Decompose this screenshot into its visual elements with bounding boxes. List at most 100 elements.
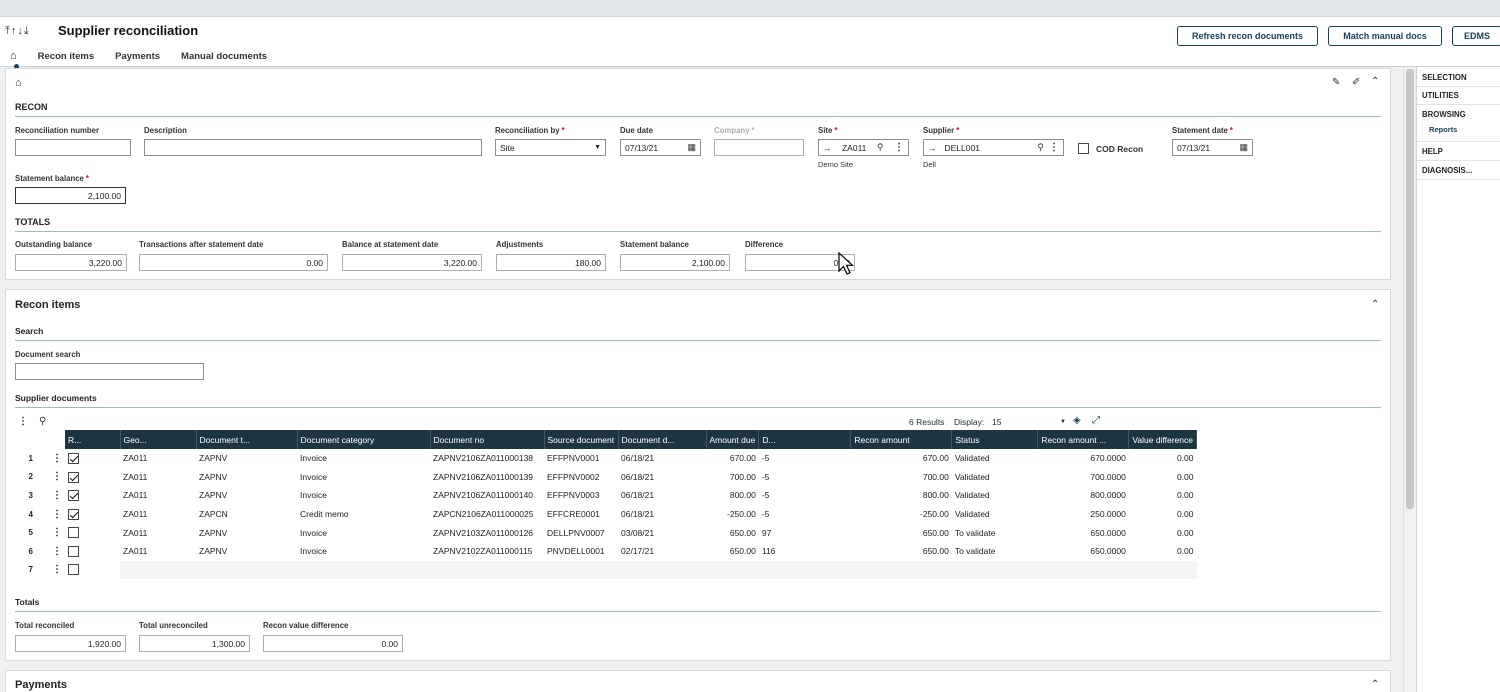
row-checkbox-cell[interactable]	[65, 486, 82, 506]
cell-d[interactable]: -5	[758, 504, 851, 524]
cell-amount-due[interactable]: 800.00	[706, 486, 759, 506]
cell-status[interactable]	[951, 560, 1038, 580]
cell-recon-amount[interactable]: 800.00	[850, 486, 952, 506]
cell-recon-amount-2[interactable]: 800.0000	[1037, 486, 1129, 506]
row-menu-icon[interactable]: ⋮	[49, 504, 65, 524]
cell-value-difference[interactable]	[1128, 560, 1197, 580]
cell-value-difference[interactable]: 0.00	[1128, 449, 1197, 469]
cell-geo[interactable]	[120, 560, 196, 580]
cell-recon-amount[interactable]: 700.00	[850, 467, 952, 487]
supplier-more-icon[interactable]: ⋮	[1049, 142, 1059, 153]
table-row[interactable]: 5 ⋮ ZA011 ZAPNV Invoice ZAPNV2103ZA011000126 D…	[14, 523, 1197, 543]
statement-date-field[interactable]: 07/13/21 ▦	[1172, 139, 1253, 156]
row-menu-icon[interactable]: ⋮	[49, 523, 65, 543]
cell-recon-amount-2[interactable]: 650.0000	[1037, 541, 1129, 562]
cell-document-type[interactable]	[196, 560, 297, 580]
cell-document-type[interactable]: ZAPNV	[196, 449, 297, 469]
cell-document-date[interactable]: 06/18/21	[618, 467, 706, 487]
cell-source-document[interactable]	[544, 560, 618, 580]
collapse-chevron-icon[interactable]: ⌃	[1371, 76, 1379, 87]
row-select-checkbox[interactable]	[68, 545, 79, 557]
cell-document-category[interactable]: Invoice	[297, 541, 430, 562]
cell-source-document[interactable]: EFFPNV0003	[544, 486, 618, 506]
collapse-chevron-icon[interactable]: ⌃	[1371, 679, 1379, 690]
expand-icon[interactable]: ⤢	[1092, 415, 1100, 426]
site-field[interactable]: → ZA011 ⚲ ⋮	[818, 139, 909, 156]
supplier-search-icon[interactable]: ⚲	[1037, 142, 1044, 153]
reconciliation-number-field[interactable]	[15, 139, 131, 156]
column-header-r[interactable]: R...	[65, 430, 121, 449]
row-menu-icon[interactable]: ⋮	[49, 486, 65, 506]
row-checkbox-cell[interactable]	[65, 541, 82, 562]
cell-document-category[interactable]: Credit memo	[297, 504, 430, 524]
cell-geo[interactable]: ZA011	[120, 523, 196, 543]
cell-source-document[interactable]: EFFCRE0001	[544, 504, 618, 524]
cell-value-difference[interactable]: 0.00	[1128, 486, 1197, 506]
cell-document-type[interactable]: ZAPNV	[196, 541, 297, 562]
row-menu-icon[interactable]: ⋮	[49, 449, 65, 469]
cell-value-difference[interactable]: 0.00	[1128, 504, 1197, 524]
row-menu-icon[interactable]: ⋮	[49, 467, 65, 487]
cell-recon-amount-2[interactable]: 700.0000	[1037, 467, 1129, 487]
help-menu[interactable]: HELP	[1422, 147, 1443, 156]
edit-icon[interactable]: ✐	[1352, 77, 1360, 88]
pin-icon[interactable]: ✎	[1332, 77, 1340, 88]
scrollbar-thumb[interactable]	[1406, 69, 1414, 509]
display-count-select[interactable]: 15 ▼	[992, 415, 1066, 429]
document-search-input[interactable]	[15, 363, 204, 380]
home-icon[interactable]: ⌂	[15, 77, 22, 89]
column-header-geo[interactable]: Geo...	[120, 430, 197, 449]
cell-document-date[interactable]: 06/18/21	[618, 449, 706, 469]
cell-recon-amount-2[interactable]: 650.0000	[1037, 523, 1129, 543]
column-header-source-document[interactable]: Source document	[544, 430, 619, 449]
table-row[interactable]: 2 ⋮ ZA011 ZAPNV Invoice ZAPNV2106ZA011000139 E…	[14, 467, 1197, 487]
cell-amount-due[interactable]: 670.00	[706, 449, 759, 469]
cell-document-type[interactable]: ZAPNV	[196, 486, 297, 506]
calendar-icon[interactable]: ▦	[687, 142, 696, 153]
row-checkbox-cell[interactable]	[65, 560, 82, 580]
cell-amount-due[interactable]: 650.00	[706, 541, 759, 562]
cell-d[interactable]	[758, 560, 851, 580]
site-more-icon[interactable]: ⋮	[894, 142, 904, 153]
description-field[interactable]	[144, 139, 482, 156]
edms-button[interactable]: EDMS	[1452, 26, 1500, 46]
cell-status[interactable]: Validated	[951, 504, 1038, 524]
match-manual-docs-button[interactable]: Match manual docs	[1328, 26, 1442, 46]
cell-amount-due[interactable]: -250.00	[706, 504, 759, 524]
table-row[interactable]: 7 ⋮	[14, 560, 1197, 580]
supplier-link-arrow-icon[interactable]: →	[928, 143, 937, 153]
cell-source-document[interactable]: EFFPNV0001	[544, 449, 618, 469]
grid-search-icon[interactable]: ⚲	[39, 416, 46, 427]
cell-source-document[interactable]: EFFPNV0002	[544, 467, 618, 487]
selection-menu[interactable]: SELECTION	[1422, 73, 1467, 82]
layers-icon[interactable]: ◈	[1073, 415, 1081, 426]
cell-document-date[interactable]: 03/08/21	[618, 523, 706, 543]
cell-document-no[interactable]: ZAPNV2102ZA011000115	[430, 541, 544, 562]
cell-document-no[interactable]: ZAPCN2106ZA011000025	[430, 504, 544, 524]
cell-value-difference[interactable]: 0.00	[1128, 467, 1197, 487]
table-row[interactable]: 4 ⋮ ZA011 ZAPCN Credit memo ZAPCN2106ZA011000…	[14, 504, 1197, 524]
cell-source-document[interactable]: PNVDELL0001	[544, 541, 618, 562]
cell-recon-amount-2[interactable]: 250.0000	[1037, 504, 1129, 524]
statement-balance-field[interactable]: 2,100.00	[15, 187, 126, 204]
cell-amount-due[interactable]: 700.00	[706, 467, 759, 487]
calendar-icon[interactable]: ▦	[1239, 142, 1248, 153]
cell-amount-due[interactable]	[706, 560, 759, 580]
row-menu-icon[interactable]: ⋮	[49, 541, 65, 562]
column-header-recon-amount[interactable]: Recon amount	[850, 430, 953, 449]
cell-status[interactable]: To validate	[951, 541, 1038, 562]
cell-source-document[interactable]: DELLPNV0007	[544, 523, 618, 543]
browsing-menu[interactable]: BROWSING	[1422, 110, 1466, 119]
column-header-document-category[interactable]: Document category	[297, 430, 431, 449]
cell-d[interactable]: -5	[758, 486, 851, 506]
cell-status[interactable]: Validated	[951, 486, 1038, 506]
table-row[interactable]: 1 ⋮ ZA011 ZAPNV Invoice ZAPNV2106ZA011000138 E…	[14, 449, 1197, 469]
cell-value-difference[interactable]: 0.00	[1128, 541, 1197, 562]
column-header-document-type[interactable]: Document t...	[196, 430, 298, 449]
cell-document-no[interactable]	[430, 560, 544, 580]
row-checkbox-cell[interactable]	[65, 504, 82, 524]
column-header-d[interactable]: D...	[758, 430, 852, 449]
cell-document-category[interactable]: Invoice	[297, 449, 430, 469]
cell-document-date[interactable]: 06/18/21	[618, 504, 706, 524]
collapse-chevron-icon[interactable]: ⌃	[1371, 299, 1379, 310]
